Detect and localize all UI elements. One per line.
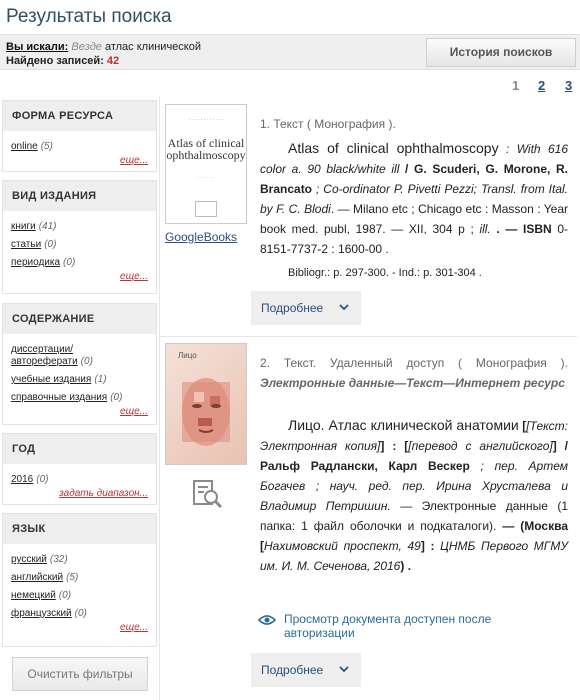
facet-item-french[interactable]: французский (0): [11, 608, 148, 620]
facet-item-articles[interactable]: статьи (0): [11, 239, 148, 251]
record-title[interactable]: Atlas of clinical ophthalmoscopy: [288, 140, 499, 156]
facet-item-english[interactable]: английский (5): [11, 572, 148, 584]
search-history-button[interactable]: История поисков: [426, 38, 576, 67]
face-anatomy-image: Лицо: [178, 351, 230, 446]
facet-more-link[interactable]: еще...: [11, 155, 148, 166]
facet-title: ФОРМА РЕСУРСА: [3, 101, 156, 131]
document-search-icon[interactable]: [192, 478, 224, 515]
page-title: Результаты поиска: [6, 6, 172, 27]
page-2-link[interactable]: 2: [538, 78, 545, 93]
book-cover[interactable]: · · · · · · · · · · · · Atlas of clinica…: [165, 104, 247, 224]
search-result-2: Лицо 2. Текст. Удаленный доступ ( Моногр…: [159, 336, 577, 700]
details-button[interactable]: Подробнее: [251, 291, 361, 325]
found-count: 42: [106, 55, 120, 67]
facet-year: ГОД 2016 (0) задать диапазон...: [2, 433, 157, 505]
clear-filters-button[interactable]: Очистить фильтры: [12, 657, 148, 691]
facet-item-german[interactable]: немецкий (0): [11, 590, 148, 602]
record-title[interactable]: Лицо. Атлас клинической анатомии: [288, 417, 519, 433]
page-3-link[interactable]: 3: [565, 78, 572, 93]
record-description: Atlas of clinical ophthalmoscopy : With …: [260, 140, 569, 256]
chevron-down-icon: [339, 291, 349, 338]
record-type: 1. Текст ( Монография ).: [260, 117, 396, 131]
facet-content: СОДЕРЖАНИЕ диссертации/ автореферати (0) …: [2, 303, 157, 425]
facet-title: СОДЕРЖАНИЕ: [3, 304, 156, 334]
facet-item-russian[interactable]: русский (32): [11, 554, 148, 566]
facet-more-link[interactable]: еще...: [11, 406, 148, 417]
record-description: Лицо. Атлас клинической анатомии [[Текст…: [260, 417, 568, 573]
record-notes: Bibliogr.: p. 297-300. - Ind.: p. 301-30…: [288, 267, 482, 279]
details-button[interactable]: Подробнее: [251, 653, 361, 687]
facet-item-2016[interactable]: 2016 (0): [11, 474, 148, 486]
svg-text:Лицо: Лицо: [178, 351, 197, 360]
facet-language: ЯЗЫК русский (32) английский (5) немецкий(…: [2, 513, 157, 647]
facet-publication-type: ВИД ИЗДАНИЯ книги (41) статьи (0) периодик…: [2, 180, 157, 294]
chevron-down-icon: [339, 653, 349, 700]
page-1: 1: [512, 78, 520, 93]
facet-item-books[interactable]: книги (41): [11, 221, 148, 233]
record-type: 2. Текст. Удаленный доступ ( Монография …: [260, 356, 568, 390]
searched-label[interactable]: Вы искали:: [6, 41, 68, 53]
facet-more-link[interactable]: еще...: [11, 271, 148, 282]
access-note[interactable]: Просмотр документа доступен после автори…: [257, 612, 558, 640]
google-books-link[interactable]: GoogleBooks: [165, 230, 237, 244]
search-result-1: · · · · · · · · · · · · Atlas of clinica…: [159, 96, 577, 336]
facet-item-reference[interactable]: справочные издания (0): [11, 392, 148, 404]
search-scope: Везде: [71, 41, 102, 53]
facet-more-link[interactable]: еще...: [11, 622, 148, 633]
search-summary: Вы искали: Везде атлас клинической Найде…: [6, 40, 201, 68]
facet-item-online[interactable]: online (5): [11, 141, 148, 153]
facet-range-link[interactable]: задать диапазон...: [11, 488, 148, 499]
facet-item-periodicals[interactable]: периодика (0): [11, 257, 148, 269]
eye-icon: [257, 614, 277, 629]
facet-item-dissertations[interactable]: диссертации/ автореферати (0): [11, 344, 148, 368]
search-query: атлас клинической: [104, 41, 201, 53]
facet-resource-form: ФОРМА РЕСУРСА online (5) еще...: [2, 100, 157, 172]
facet-item-textbooks[interactable]: учебные издания (1): [11, 374, 148, 386]
found-label: Найдено записей:: [6, 55, 104, 67]
facet-title: ВИД ИЗДАНИЯ: [3, 181, 156, 211]
book-cover[interactable]: Лицо: [165, 343, 247, 465]
search-summary-bar: Вы искали: Везде атлас клинической Найде…: [0, 34, 580, 70]
facet-title: ЯЗЫК: [3, 514, 156, 544]
facet-title: ГОД: [3, 434, 156, 464]
